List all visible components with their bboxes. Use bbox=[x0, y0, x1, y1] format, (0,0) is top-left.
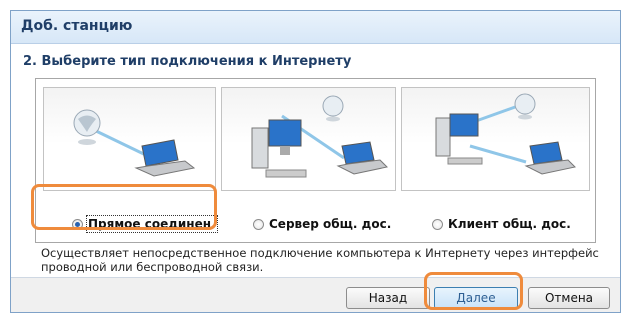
sharing-server-image[interactable] bbox=[221, 87, 396, 191]
button-bar: Назад Далее Отмена bbox=[11, 277, 620, 312]
option-description: Осуществляет непосредственное подключени… bbox=[41, 246, 599, 274]
highlight-frame bbox=[31, 184, 217, 230]
globe-laptop-illustration bbox=[73, 109, 196, 177]
title-bar: Доб. станцию bbox=[11, 11, 620, 44]
radio-button[interactable] bbox=[253, 218, 264, 230]
option-label: Клиент общ. дос. bbox=[448, 217, 571, 231]
globe-desktop-laptop-illustration bbox=[251, 95, 389, 178]
cancel-button[interactable]: Отмена bbox=[528, 287, 610, 309]
globe-icon bbox=[322, 95, 344, 122]
desktop-tower-icon bbox=[435, 113, 483, 165]
laptop-icon bbox=[524, 141, 577, 175]
option-sharing-client[interactable]: Клиент общ. дос. bbox=[432, 217, 571, 231]
option-sharing-server[interactable]: Сервер общ. дос. bbox=[253, 217, 391, 231]
laptop-icon bbox=[134, 139, 196, 177]
globe-desktop-laptop-illustration bbox=[435, 93, 577, 175]
highlight-frame bbox=[424, 272, 523, 310]
back-button[interactable]: Назад bbox=[346, 287, 430, 309]
direct-connection-image[interactable] bbox=[43, 87, 216, 191]
radio-button[interactable] bbox=[432, 218, 443, 230]
option-label: Сервер общ. дос. bbox=[269, 217, 392, 231]
globe-icon bbox=[73, 109, 101, 145]
dialog-window: Доб. станцию 2. Выберите тип подключения… bbox=[10, 10, 621, 313]
step-title: 2. Выберите тип подключения к Интернету bbox=[23, 54, 352, 69]
globe-icon bbox=[514, 93, 536, 120]
sharing-client-image[interactable] bbox=[401, 87, 590, 191]
laptop-icon bbox=[336, 141, 389, 175]
window-title: Доб. станцию bbox=[21, 18, 133, 34]
desktop-tower-icon bbox=[251, 119, 307, 178]
